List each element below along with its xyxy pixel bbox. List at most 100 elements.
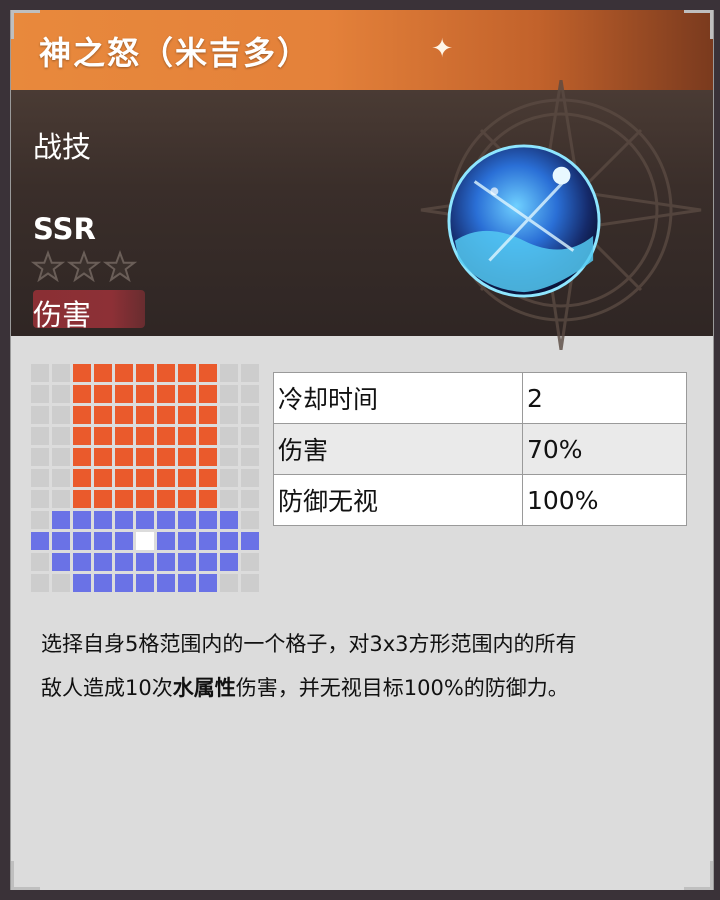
- move-range-cell: [73, 574, 91, 592]
- move-range-cell: [31, 532, 49, 550]
- attack-range-cell: [199, 448, 217, 466]
- attack-range-cell: [94, 406, 112, 424]
- stats-table: 冷却时间 2 伤害 70% 防御无视 100%: [273, 372, 687, 526]
- attack-range-cell: [199, 469, 217, 487]
- empty-cell: [31, 427, 49, 445]
- empty-cell: [31, 364, 49, 382]
- category-label: 伤害: [33, 298, 92, 332]
- move-range-cell: [73, 511, 91, 529]
- attack-range-cell: [115, 406, 133, 424]
- table-row: 冷却时间 2: [273, 372, 687, 424]
- empty-cell: [241, 574, 259, 592]
- attack-range-cell: [73, 385, 91, 403]
- move-range-cell: [136, 553, 154, 571]
- move-range-cell: [136, 574, 154, 592]
- move-range-cell: [73, 553, 91, 571]
- empty-cell: [220, 427, 238, 445]
- empty-cell: [220, 448, 238, 466]
- empty-cell: [31, 511, 49, 529]
- attack-range-cell: [157, 490, 175, 508]
- empty-cell: [52, 490, 70, 508]
- move-range-cell: [52, 511, 70, 529]
- empty-cell: [220, 364, 238, 382]
- water-orb-icon: [447, 144, 601, 298]
- attack-range-cell: [136, 406, 154, 424]
- attack-range-cell: [199, 364, 217, 382]
- attack-range-cell: [199, 385, 217, 403]
- move-range-cell: [157, 574, 175, 592]
- empty-cell: [31, 448, 49, 466]
- empty-cell: [241, 553, 259, 571]
- empty-cell: [31, 553, 49, 571]
- attack-range-cell: [115, 490, 133, 508]
- star-rating: [31, 250, 137, 284]
- attack-range-cell: [115, 385, 133, 403]
- empty-cell: [220, 469, 238, 487]
- move-range-cell: [220, 553, 238, 571]
- attack-range-cell: [178, 385, 196, 403]
- star-outline-icon: [103, 250, 137, 283]
- attack-range-cell: [199, 490, 217, 508]
- empty-cell: [241, 427, 259, 445]
- empty-cell: [220, 490, 238, 508]
- table-row: 防御无视 100%: [273, 474, 687, 526]
- attack-range-cell: [73, 406, 91, 424]
- attack-range-cell: [115, 364, 133, 382]
- attack-range-cell: [157, 406, 175, 424]
- empty-cell: [31, 490, 49, 508]
- stat-value: 100%: [522, 474, 687, 526]
- empty-cell: [241, 469, 259, 487]
- attack-range-cell: [136, 364, 154, 382]
- attack-range-cell: [157, 469, 175, 487]
- move-range-cell: [241, 532, 259, 550]
- move-range-cell: [94, 574, 112, 592]
- move-range-cell: [136, 511, 154, 529]
- empty-cell: [52, 427, 70, 445]
- empty-cell: [52, 364, 70, 382]
- frame-corner: [684, 10, 713, 39]
- move-range-cell: [115, 532, 133, 550]
- skill-card: ✦ 神之怒（米吉多） 战技 SSR 伤害 冷却时间 2 伤害 70% 防御无视 …: [10, 10, 714, 890]
- move-range-cell: [52, 532, 70, 550]
- empty-cell: [31, 574, 49, 592]
- move-range-cell: [178, 574, 196, 592]
- star-outline-icon: [31, 250, 65, 283]
- move-range-cell: [220, 511, 238, 529]
- attack-range-cell: [199, 427, 217, 445]
- attack-range-cell: [136, 490, 154, 508]
- description-line: 敌人造成10次水属性伤害，并无视目标100%的防御力。: [41, 666, 701, 710]
- attack-range-cell: [157, 385, 175, 403]
- move-range-cell: [199, 532, 217, 550]
- description-line: 选择自身5格范围内的一个格子，对3x3方形范围内的所有: [41, 632, 577, 656]
- attack-range-cell: [94, 364, 112, 382]
- empty-cell: [31, 406, 49, 424]
- move-range-cell: [199, 553, 217, 571]
- empty-cell: [31, 385, 49, 403]
- attack-range-cell: [136, 385, 154, 403]
- empty-cell: [31, 469, 49, 487]
- empty-cell: [52, 385, 70, 403]
- empty-cell: [241, 385, 259, 403]
- empty-cell: [241, 448, 259, 466]
- attack-range-cell: [178, 490, 196, 508]
- attack-range-cell: [115, 448, 133, 466]
- move-range-cell: [157, 553, 175, 571]
- move-range-cell: [94, 532, 112, 550]
- attack-range-cell: [178, 448, 196, 466]
- move-range-cell: [157, 511, 175, 529]
- empty-cell: [52, 406, 70, 424]
- move-range-cell: [220, 532, 238, 550]
- empty-cell: [52, 469, 70, 487]
- attack-range-cell: [199, 406, 217, 424]
- attack-range-cell: [115, 469, 133, 487]
- empty-cell: [241, 364, 259, 382]
- move-range-cell: [199, 574, 217, 592]
- empty-cell: [52, 574, 70, 592]
- attack-range-cell: [136, 427, 154, 445]
- attack-range-cell: [94, 490, 112, 508]
- attack-range-cell: [157, 427, 175, 445]
- empty-cell: [220, 406, 238, 424]
- frame-corner: [11, 10, 40, 39]
- attack-range-cell: [178, 427, 196, 445]
- attack-range-cell: [94, 385, 112, 403]
